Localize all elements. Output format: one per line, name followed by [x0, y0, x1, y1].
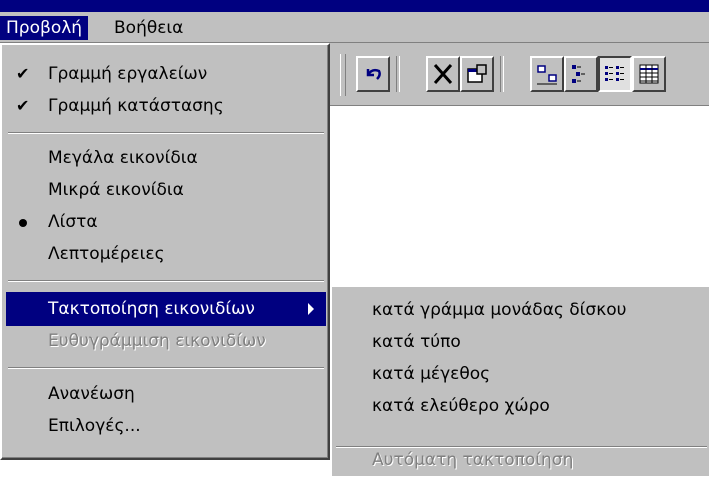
submenu-arrow-icon: [308, 303, 314, 315]
radio-bullet-icon: [19, 219, 27, 227]
list-icon: [605, 66, 624, 81]
submenu-item-auto-arrange: Αυτόματη τακτοποίηση: [372, 450, 574, 470]
large-icons-button[interactable]: [530, 56, 564, 92]
submenu-item-by-drive-letter[interactable]: κατά γράμμα μονάδας δίσκου: [372, 293, 626, 327]
menu-separator: [8, 367, 324, 369]
details-button[interactable]: [632, 56, 666, 92]
toolbar-grip[interactable]: [340, 54, 346, 96]
small-icons-button[interactable]: [564, 56, 598, 92]
menu-item-options[interactable]: Επιλογές...: [6, 409, 326, 443]
view-menu-dropdown: ✔ Γραμμή εργαλείων ✔ Γραμμή κατάστασης Μ…: [0, 43, 330, 460]
large-icons-icon: [537, 65, 557, 85]
list-button[interactable]: [598, 56, 632, 92]
menu-item-label: Γραμμή κατάστασης: [48, 96, 224, 116]
menu-item-arrange-icons[interactable]: Τακτοποίηση εικονιδίων: [6, 292, 326, 326]
menu-item-details[interactable]: Λεπτομέρειες: [6, 237, 326, 271]
menu-item-label: Λεπτομέρειες: [48, 244, 165, 264]
check-icon: ✔: [16, 64, 30, 83]
menu-item-label: Μικρά εικονίδια: [48, 180, 184, 200]
menu-separator: [8, 132, 324, 134]
undo-icon: [366, 68, 381, 80]
menu-item-label: Ανανέωση: [48, 384, 135, 404]
check-icon: ✔: [16, 96, 30, 115]
menu-item-toolbar[interactable]: ✔ Γραμμή εργαλείων: [6, 57, 326, 91]
menu-item-label: Επιλογές...: [48, 416, 141, 436]
submenu-item-by-type[interactable]: κατά τύπο: [372, 325, 461, 359]
menu-item-label: Ευθυγράμμιση εικονιδίων: [48, 331, 266, 351]
menu-item-large-icons[interactable]: Μεγάλα εικονίδια: [6, 141, 326, 175]
title-bar: [0, 0, 709, 12]
menu-view[interactable]: Προβολή: [0, 16, 89, 40]
menu-item-line-up-icons: Ευθυγράμμιση εικονιδίων: [6, 324, 326, 358]
menu-item-label: Τακτοποίηση εικονιδίων: [48, 299, 255, 319]
menu-item-label: Γραμμή εργαλείων: [48, 64, 208, 84]
arrange-icons-submenu: κατά γράμμα μονάδας δίσκου κατά τύπο κατ…: [330, 285, 709, 476]
toolbar-separator: [396, 56, 400, 92]
menu-item-label: Λίστα: [48, 212, 98, 232]
menu-bar: Προβολή Βοήθεια: [0, 12, 709, 43]
delete-button[interactable]: [426, 56, 460, 92]
properties-icon: [467, 64, 487, 83]
menu-separator: [8, 280, 324, 282]
menu-item-list[interactable]: Λίστα: [6, 205, 326, 239]
menu-item-refresh[interactable]: Ανανέωση: [6, 377, 326, 411]
properties-button[interactable]: [460, 56, 494, 92]
undo-button[interactable]: [356, 56, 390, 92]
submenu-item-by-size[interactable]: κατά μέγεθος: [372, 357, 490, 391]
toolbar-separator: [500, 56, 504, 92]
small-icons-icon: [572, 65, 585, 83]
submenu-item-by-free-space[interactable]: κατά ελεύθερο χώρο: [372, 389, 550, 423]
details-icon: [639, 64, 659, 84]
menu-help[interactable]: Βοήθεια: [108, 16, 189, 40]
menu-item-label: Μεγάλα εικονίδια: [48, 148, 198, 168]
menu-item-status-bar[interactable]: ✔ Γραμμή κατάστασης: [6, 89, 326, 123]
menu-item-small-icons[interactable]: Μικρά εικονίδια: [6, 173, 326, 207]
delete-icon: [433, 64, 453, 84]
